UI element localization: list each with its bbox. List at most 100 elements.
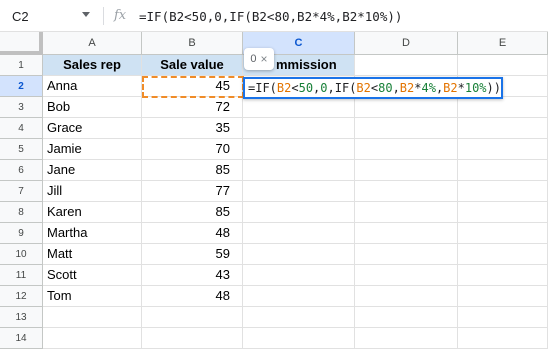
select-all-corner[interactable] <box>0 32 43 55</box>
sale-value-cell[interactable]: 72 <box>142 97 243 118</box>
cell-a13[interactable] <box>43 307 142 328</box>
sale-value-cell[interactable]: 85 <box>142 160 243 181</box>
row-header-11[interactable]: 11 <box>0 265 43 286</box>
sales-rep-cell[interactable]: Jamie <box>43 139 142 160</box>
cell-c3[interactable] <box>243 97 355 118</box>
cell-c14[interactable] <box>243 328 355 349</box>
row-header-9[interactable]: 9 <box>0 223 43 244</box>
row-header-1[interactable]: 1 <box>0 55 43 76</box>
sale-value-cell[interactable]: 85 <box>142 202 243 223</box>
cell-e14[interactable] <box>458 328 548 349</box>
table-header-cell[interactable]: Sales rep <box>43 55 142 76</box>
cell-e7[interactable] <box>458 181 548 202</box>
cell-d6[interactable] <box>355 160 458 181</box>
cell-c9[interactable] <box>243 223 355 244</box>
cell-e10[interactable] <box>458 244 548 265</box>
cell-c13[interactable] <box>243 307 355 328</box>
sale-value-cell[interactable]: 35 <box>142 118 243 139</box>
column-header-a[interactable]: A <box>43 32 142 55</box>
sales-rep-cell[interactable]: Martha <box>43 223 142 244</box>
cell-d1[interactable] <box>355 55 458 76</box>
cell-d9[interactable] <box>355 223 458 244</box>
row-header-7[interactable]: 7 <box>0 181 43 202</box>
chevron-down-icon[interactable] <box>82 12 90 17</box>
sale-value-cell[interactable]: 70 <box>142 139 243 160</box>
column-header-d[interactable]: D <box>355 32 458 55</box>
sales-rep-cell[interactable]: Karen <box>43 202 142 223</box>
sales-rep-cell[interactable]: Jane <box>43 160 142 181</box>
row-header-12[interactable]: 12 <box>0 286 43 307</box>
sales-rep-cell[interactable]: Jill <box>43 181 142 202</box>
sale-value-cell[interactable]: 43 <box>142 265 243 286</box>
cell-e8[interactable] <box>458 202 548 223</box>
column-header-b[interactable]: B <box>142 32 243 55</box>
sales-rep-cell[interactable]: Grace <box>43 118 142 139</box>
cell-d7[interactable] <box>355 181 458 202</box>
formula-text-token: =IF( <box>248 81 277 95</box>
cell-d12[interactable] <box>355 286 458 307</box>
row-header-4[interactable]: 4 <box>0 118 43 139</box>
cell-e6[interactable] <box>458 160 548 181</box>
cell-d10[interactable] <box>355 244 458 265</box>
cell-d11[interactable] <box>355 265 458 286</box>
cell-c8[interactable] <box>243 202 355 223</box>
sale-value-cell[interactable]: 45 <box>142 76 243 97</box>
value-preview: 0 <box>250 53 257 65</box>
row-header-13[interactable]: 13 <box>0 307 43 328</box>
row-header-14[interactable]: 14 <box>0 328 43 349</box>
row-header-6[interactable]: 6 <box>0 160 43 181</box>
name-box[interactable]: C2 <box>0 0 103 32</box>
cell-e4[interactable] <box>458 118 548 139</box>
cell-d13[interactable] <box>355 307 458 328</box>
formula-number-token: 0 <box>320 81 328 95</box>
cell-d4[interactable] <box>355 118 458 139</box>
formula-text-token: , <box>392 81 400 95</box>
cell-e11[interactable] <box>458 265 548 286</box>
cell-d3[interactable] <box>355 97 458 118</box>
sale-value-cell[interactable]: 77 <box>142 181 243 202</box>
cell-d5[interactable] <box>355 139 458 160</box>
sale-value-cell[interactable]: 59 <box>142 244 243 265</box>
cell-c12[interactable] <box>243 286 355 307</box>
sales-rep-cell[interactable]: Tom <box>43 286 142 307</box>
row-header-8[interactable]: 8 <box>0 202 43 223</box>
cell-c10[interactable] <box>243 244 355 265</box>
formula-input[interactable]: =IF(B2<50,0,IF(B2<80,B2*4%,B2*10%)) <box>139 9 402 24</box>
formula-number-token: 4% <box>421 81 436 95</box>
sale-value-cell[interactable]: 48 <box>142 223 243 244</box>
cell-e1[interactable] <box>458 55 548 76</box>
table-header-cell[interactable]: Sale value <box>142 55 243 76</box>
cell-e12[interactable] <box>458 286 548 307</box>
cell-a14[interactable] <box>43 328 142 349</box>
fx-icon: fx <box>114 8 127 23</box>
cell-d14[interactable] <box>355 328 458 349</box>
row-header-5[interactable]: 5 <box>0 139 43 160</box>
row-header-3[interactable]: 3 <box>0 97 43 118</box>
formula-bar: C2 fx =IF(B2<50,0,IF(B2<80,B2*4%,B2*10%)… <box>0 0 548 32</box>
cell-b14[interactable] <box>142 328 243 349</box>
cell-c4[interactable] <box>243 118 355 139</box>
formula-bar-divider <box>103 7 104 25</box>
cell-e3[interactable] <box>458 97 548 118</box>
cell-b13[interactable] <box>142 307 243 328</box>
value-preview-chip: 0 × <box>244 48 274 70</box>
row-header-10[interactable]: 10 <box>0 244 43 265</box>
cell-e13[interactable] <box>458 307 548 328</box>
sales-rep-cell[interactable]: Anna <box>43 76 142 97</box>
cell-e9[interactable] <box>458 223 548 244</box>
cell-e5[interactable] <box>458 139 548 160</box>
sale-value-cell[interactable]: 48 <box>142 286 243 307</box>
cell-editor[interactable]: =IF(B2<50,0,IF(B2<80,B2*4%,B2*10%)) <box>243 77 503 99</box>
close-icon[interactable]: × <box>261 52 268 66</box>
cell-c7[interactable] <box>243 181 355 202</box>
row-header-2[interactable]: 2 <box>0 76 43 97</box>
cell-c6[interactable] <box>243 160 355 181</box>
cell-c5[interactable] <box>243 139 355 160</box>
formula-reference-token: B2 <box>399 81 415 95</box>
cell-d8[interactable] <box>355 202 458 223</box>
cell-c11[interactable] <box>243 265 355 286</box>
sales-rep-cell[interactable]: Scott <box>43 265 142 286</box>
sales-rep-cell[interactable]: Bob <box>43 97 142 118</box>
column-header-e[interactable]: E <box>458 32 548 55</box>
sales-rep-cell[interactable]: Matt <box>43 244 142 265</box>
